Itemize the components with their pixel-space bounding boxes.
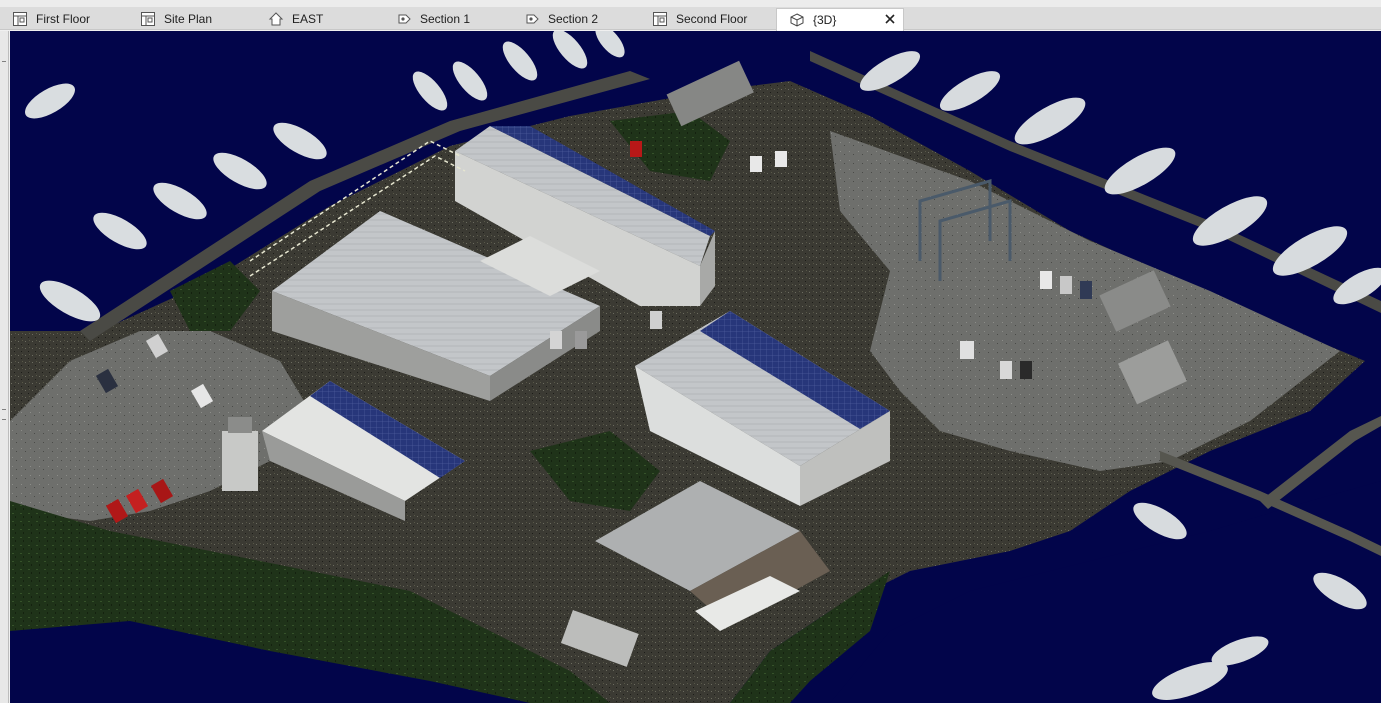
point-cloud-scene <box>10 31 1381 703</box>
tab-second-floor[interactable]: Second Floor <box>640 8 776 30</box>
tab-label: Site Plan <box>164 12 213 26</box>
tab-east[interactable]: EAST <box>256 8 384 30</box>
window-top-strip <box>0 0 1381 7</box>
3d-viewport[interactable] <box>10 31 1381 703</box>
tab-site-plan[interactable]: Site Plan <box>128 8 256 30</box>
tab-section-2[interactable]: Section 2 <box>512 8 640 30</box>
section-icon <box>524 11 540 27</box>
close-icon[interactable] <box>883 12 897 26</box>
section-icon <box>396 11 412 27</box>
tab-3d[interactable]: {3D} <box>776 8 904 31</box>
tab-label: Section 2 <box>548 12 599 26</box>
floor-plan-icon <box>140 11 156 27</box>
tab-label: EAST <box>292 12 324 26</box>
tab-label: Section 1 <box>420 12 471 26</box>
elevation-icon <box>268 11 284 27</box>
3d-view-icon <box>789 12 805 28</box>
tab-label: First Floor <box>36 12 90 26</box>
tab-label: {3D} <box>813 13 837 27</box>
view-tab-bar: First Floor Site Plan EAST Section 1 Sec… <box>0 7 1381 31</box>
splitter-mark <box>2 409 6 410</box>
floor-plan-icon <box>12 11 28 27</box>
tab-label: Second Floor <box>676 12 748 26</box>
splitter-mark <box>2 419 6 420</box>
splitter-mark <box>2 61 6 62</box>
tab-section-1[interactable]: Section 1 <box>384 8 512 30</box>
left-panel-edge[interactable] <box>0 31 9 703</box>
floor-plan-icon <box>652 11 668 27</box>
tab-first-floor[interactable]: First Floor <box>0 8 128 30</box>
